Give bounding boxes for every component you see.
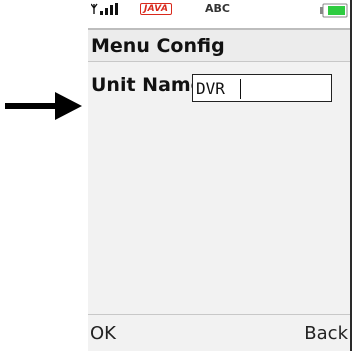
input-mode-indicator: ABC (205, 2, 230, 15)
battery-icon (320, 3, 348, 18)
status-bar: JAVA ABC (88, 0, 350, 30)
back-softkey[interactable]: Back (304, 323, 348, 344)
unit-name-label: Unit Name (91, 74, 204, 96)
title-bar: Menu Config (88, 30, 350, 62)
page-title: Menu Config (91, 35, 225, 57)
softkey-bar: OK Back (88, 314, 350, 351)
pointer-arrow-icon (5, 92, 82, 120)
unit-name-row: Unit Name (88, 68, 350, 108)
ok-softkey[interactable]: OK (90, 323, 116, 344)
phone-screen: JAVA ABC Menu Config Unit Name OK Back (88, 0, 352, 351)
text-caret (240, 79, 241, 99)
unit-name-input[interactable] (192, 74, 332, 102)
signal-bars-icon (91, 3, 118, 15)
java-badge: JAVA (140, 3, 173, 15)
